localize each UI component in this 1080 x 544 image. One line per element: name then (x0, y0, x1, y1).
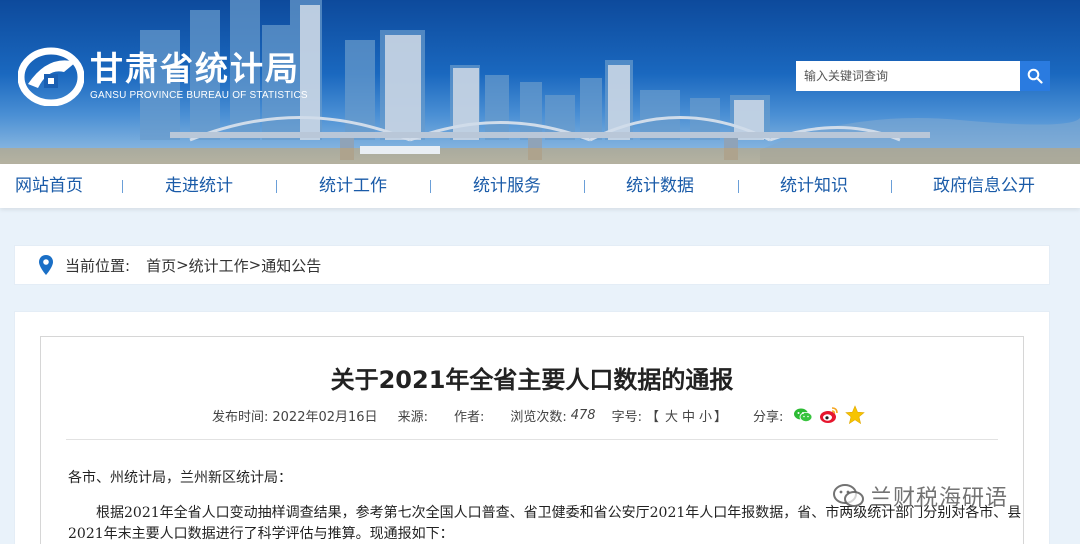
breadcrumb-prefix: 当前位置: (65, 256, 131, 275)
breadcrumb-separator: > (176, 256, 189, 274)
search-icon (1027, 68, 1043, 84)
nav-item-data[interactable]: 统计数据 (626, 164, 694, 208)
nav-item-service[interactable]: 统计服务 (473, 164, 541, 208)
date-label: 发布时间: (212, 409, 269, 425)
breadcrumb-work[interactable]: 统计工作 (189, 255, 249, 276)
nav-separator (891, 180, 892, 193)
font-size-small-button[interactable]: 小 (699, 406, 712, 425)
location-pin-icon (39, 255, 53, 275)
nav-item-work[interactable]: 统计工作 (319, 164, 387, 208)
article-title: 关于2021年全省主要人口数据的通报 (330, 366, 734, 394)
qzone-star-icon[interactable] (845, 405, 866, 425)
nav-separator (430, 180, 431, 193)
wechat-watermark: 兰财税海研语 (832, 480, 1008, 512)
nav-separator (738, 180, 739, 193)
header-banner: 甘肃省统计局 GANSU PROVINCE BUREAU OF STATISTI… (0, 0, 1080, 164)
font-size-medium-button[interactable]: 中 (682, 406, 695, 425)
nav-item-knowledge[interactable]: 统计知识 (780, 164, 848, 208)
nav-separator (122, 180, 123, 193)
gansu-stats-logo-icon (18, 47, 84, 106)
breadcrumb-home[interactable]: 首页 (146, 255, 176, 276)
main-nav: 网站首页 走进统计 统计工作 统计服务 统计数据 统计知识 政府信息公开 (0, 164, 1080, 208)
wechat-watermark-icon (833, 484, 864, 507)
nav-item-about[interactable]: 走进统计 (165, 164, 233, 208)
wechat-icon[interactable] (793, 405, 813, 425)
breadcrumb: 当前位置: 首页 > 统计工作 > 通知公告 (14, 245, 1050, 285)
article-paragraph-intro-cont: 2021年末主要人口数据进行了科学评估与推算。现通报如下： (68, 526, 454, 542)
nav-separator (584, 180, 585, 193)
author-label: 作者: (453, 409, 485, 425)
share-label: 分享: (753, 409, 784, 425)
date-value: 2022年02月16日 (272, 409, 378, 425)
meta-divider (66, 439, 998, 440)
search-button[interactable] (1020, 61, 1050, 91)
search-input[interactable] (796, 61, 1020, 91)
search-bar (796, 61, 1050, 91)
article-paragraph-salutation: 各市、州统计局，兰州新区统计局： (68, 470, 292, 486)
weibo-icon[interactable] (819, 405, 839, 425)
breadcrumb-notice[interactable]: 通知公告 (261, 255, 321, 276)
site-logo[interactable]: 甘肃省统计局 GANSU PROVINCE BUREAU OF STATISTI… (18, 44, 308, 106)
nav-separator (276, 180, 277, 193)
watermark-text: 兰财税海研语 (870, 486, 1009, 511)
nav-item-gov-info[interactable]: 政府信息公开 (933, 164, 1035, 208)
source-label: 来源: (397, 409, 428, 425)
font-size-large-button[interactable]: 大 (665, 406, 678, 425)
nav-item-home[interactable]: 网站首页 (15, 164, 83, 208)
views-label: 浏览次数: (510, 409, 567, 425)
site-name-en: GANSU PROVINCE BUREAU OF STATISTICS (90, 89, 308, 101)
font-size-label: 字号: (611, 409, 642, 425)
font-size-close-bracket: 】 (714, 409, 728, 425)
article-meta: 发布时间: 2022年02月16日 来源: 作者: 浏览次数: 478 字号: … (212, 404, 866, 426)
font-size-open-bracket: 【 (645, 409, 659, 425)
views-count: 478 (570, 407, 596, 423)
site-name-cn: 甘肃省统计局 (90, 48, 300, 88)
breadcrumb-separator: > (248, 256, 262, 274)
